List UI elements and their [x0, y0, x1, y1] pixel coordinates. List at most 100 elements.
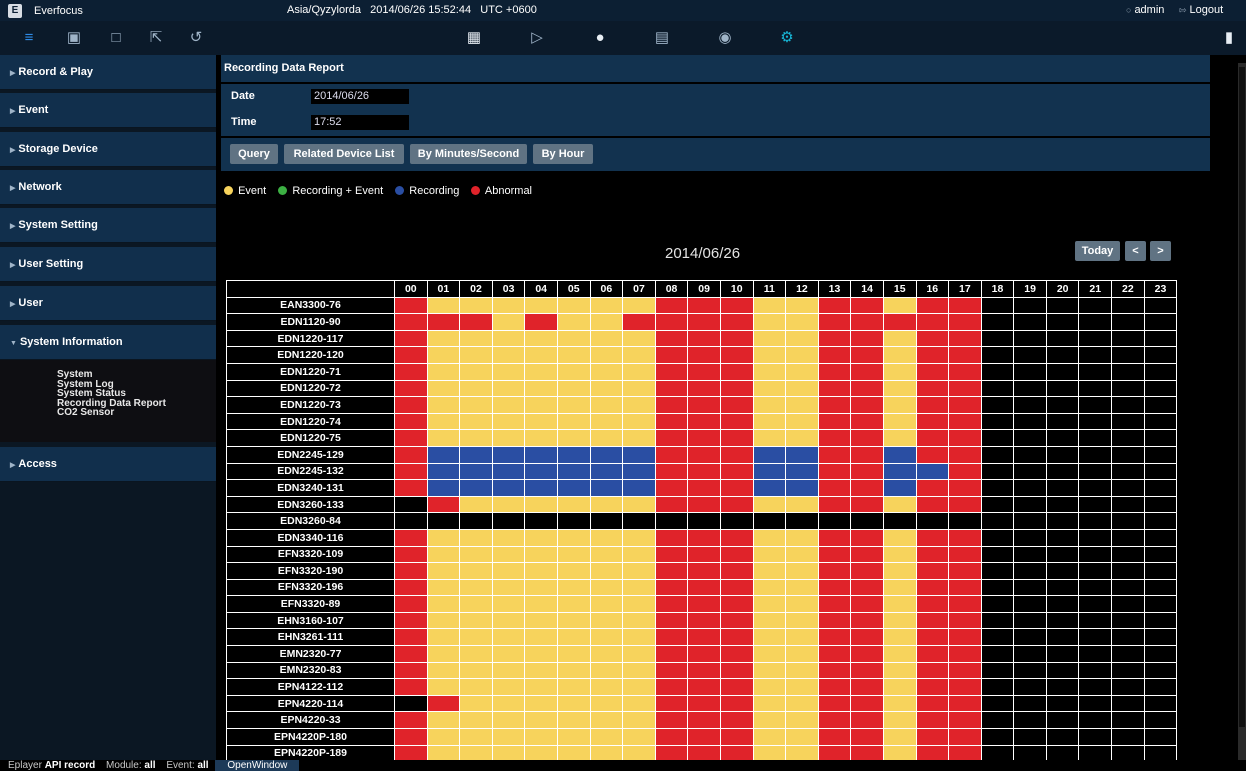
- hour-cell[interactable]: [524, 495, 558, 514]
- hour-cell[interactable]: [524, 595, 558, 613]
- query-button[interactable]: Query: [230, 144, 278, 164]
- hour-cell[interactable]: [426, 495, 461, 514]
- hour-cell[interactable]: [817, 412, 852, 431]
- hour-cell[interactable]: [785, 545, 819, 564]
- hour-cell[interactable]: [719, 313, 754, 331]
- related-device-list-button[interactable]: Related Device List: [284, 144, 404, 164]
- hour-cell[interactable]: [948, 412, 982, 431]
- hour-cell[interactable]: [882, 711, 917, 730]
- hour-cell[interactable]: [687, 562, 721, 580]
- hour-cell[interactable]: [622, 445, 656, 464]
- hour-cell[interactable]: [687, 528, 721, 547]
- hour-cell[interactable]: [850, 578, 884, 597]
- hour-cell[interactable]: [622, 545, 656, 564]
- hour-cell[interactable]: [785, 628, 819, 647]
- hour-cell[interactable]: [785, 379, 819, 398]
- hour-cell[interactable]: [850, 678, 884, 696]
- hour-cell[interactable]: [524, 661, 558, 680]
- hour-cell[interactable]: [459, 429, 493, 447]
- hour-cell[interactable]: [491, 329, 526, 348]
- hour-cell[interactable]: [654, 445, 689, 464]
- hour-cell[interactable]: [882, 346, 917, 364]
- hour-cell[interactable]: [687, 645, 721, 663]
- hour-cell[interactable]: [556, 528, 591, 547]
- hour-cell[interactable]: [948, 578, 982, 597]
- hour-cell[interactable]: [785, 495, 819, 514]
- hour-cell[interactable]: [915, 595, 950, 613]
- hour-cell[interactable]: [556, 313, 591, 331]
- hour-cell[interactable]: [491, 412, 526, 431]
- hour-cell[interactable]: [850, 611, 884, 630]
- hour-cell[interactable]: [850, 661, 884, 680]
- hour-cell[interactable]: [948, 296, 982, 315]
- hour-cell[interactable]: [589, 562, 624, 580]
- hour-cell[interactable]: [394, 611, 428, 630]
- hour-cell[interactable]: [882, 296, 917, 315]
- hour-cell[interactable]: [850, 462, 884, 481]
- hour-cell[interactable]: [622, 694, 656, 713]
- hour-cell[interactable]: [785, 562, 819, 580]
- hour-cell[interactable]: [622, 396, 656, 414]
- hour-cell[interactable]: [817, 528, 852, 547]
- hour-cell[interactable]: [850, 528, 884, 547]
- hour-cell[interactable]: [915, 628, 950, 647]
- hour-cell[interactable]: [394, 329, 428, 348]
- hour-cell[interactable]: [882, 661, 917, 680]
- hour-cell[interactable]: [654, 545, 689, 564]
- hour-cell[interactable]: [426, 396, 461, 414]
- open-window-button[interactable]: OpenWindow: [215, 760, 300, 771]
- hour-cell[interactable]: [459, 313, 493, 331]
- hour-cell[interactable]: [394, 711, 428, 730]
- hour-cell[interactable]: [394, 678, 428, 696]
- hour-cell[interactable]: [622, 313, 656, 331]
- hour-cell[interactable]: [817, 711, 852, 730]
- hour-cell[interactable]: [752, 562, 787, 580]
- hour-cell[interactable]: [459, 296, 493, 315]
- hour-cell[interactable]: [491, 611, 526, 630]
- hour-cell[interactable]: [882, 512, 917, 530]
- hour-cell[interactable]: [556, 728, 591, 746]
- hour-cell[interactable]: [524, 545, 558, 564]
- hour-cell[interactable]: [654, 728, 689, 746]
- hour-cell[interactable]: [622, 595, 656, 613]
- hour-cell[interactable]: [719, 429, 754, 447]
- hour-cell[interactable]: [459, 595, 493, 613]
- hour-cell[interactable]: [850, 313, 884, 331]
- hour-cell[interactable]: [556, 396, 591, 414]
- hour-cell[interactable]: [785, 462, 819, 481]
- hour-cell[interactable]: [850, 595, 884, 613]
- hour-cell[interactable]: [850, 412, 884, 431]
- hour-cell[interactable]: [654, 578, 689, 597]
- hour-cell[interactable]: [948, 628, 982, 647]
- hour-cell[interactable]: [622, 429, 656, 447]
- hour-cell[interactable]: [948, 429, 982, 447]
- hour-cell[interactable]: [622, 462, 656, 481]
- monitor-icon[interactable]: □: [107, 29, 125, 47]
- hour-cell[interactable]: [719, 296, 754, 315]
- hour-cell[interactable]: [556, 429, 591, 447]
- hour-cell[interactable]: [752, 694, 787, 713]
- hour-cell[interactable]: [882, 462, 917, 481]
- sidebar-item-storage-device[interactable]: ▶ Storage Device: [0, 132, 216, 167]
- hour-cell[interactable]: [882, 412, 917, 431]
- module-value[interactable]: all: [144, 760, 155, 771]
- hour-cell[interactable]: [556, 578, 591, 597]
- hour-cell[interactable]: [850, 645, 884, 663]
- hour-cell[interactable]: [752, 379, 787, 398]
- hour-cell[interactable]: [589, 678, 624, 696]
- hour-cell[interactable]: [785, 694, 819, 713]
- hour-cell[interactable]: [459, 462, 493, 481]
- hour-cell[interactable]: [556, 611, 591, 630]
- hour-cell[interactable]: [752, 346, 787, 364]
- hour-cell[interactable]: [915, 512, 950, 530]
- hour-cell[interactable]: [915, 346, 950, 364]
- date-field[interactable]: 2014/06/26: [311, 89, 409, 104]
- hour-cell[interactable]: [850, 711, 884, 730]
- hour-cell[interactable]: [915, 445, 950, 464]
- hour-cell[interactable]: [915, 313, 950, 331]
- hour-cell[interactable]: [524, 645, 558, 663]
- hour-cell[interactable]: [817, 545, 852, 564]
- hour-cell[interactable]: [915, 396, 950, 414]
- hour-cell[interactable]: [394, 479, 428, 497]
- hour-cell[interactable]: [785, 396, 819, 414]
